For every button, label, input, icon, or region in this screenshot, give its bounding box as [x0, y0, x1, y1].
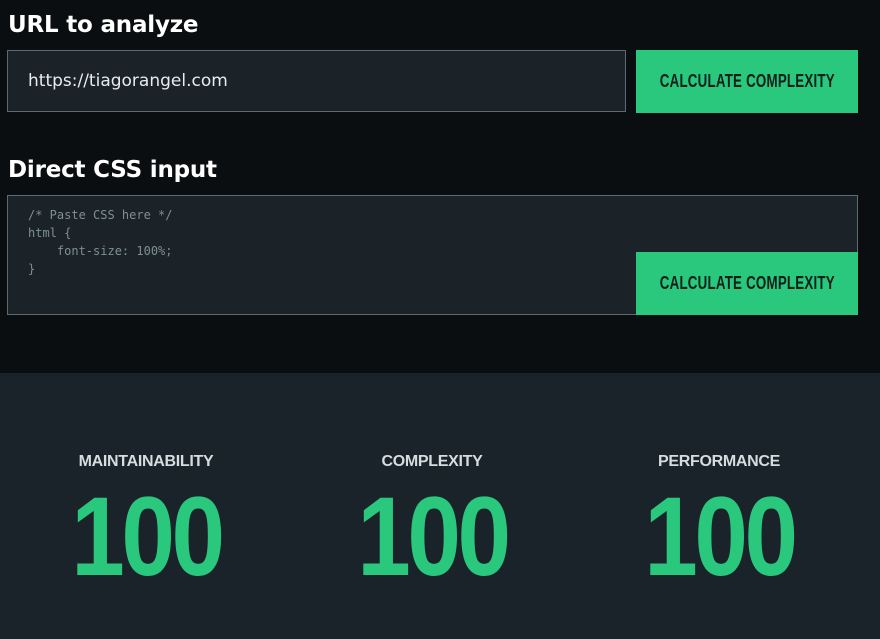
complexity-label: COMPLEXITY [381, 453, 483, 470]
calculate-css-button[interactable]: Calculate complexity [636, 252, 858, 315]
url-heading: URL to analyze [8, 12, 199, 38]
calculate-url-button[interactable]: Calculate complexity [636, 50, 858, 113]
maintainability-score: 100 [16, 481, 276, 593]
complexity-score: 100 [302, 481, 562, 593]
performance-score-value: 100 [643, 474, 798, 599]
calculate-url-button-label: Calculate complexity [659, 71, 835, 91]
performance-label: PERFORMANCE [657, 453, 781, 470]
complexity-score-value: 100 [356, 474, 511, 599]
url-input[interactable] [7, 50, 626, 112]
maintainability-score-value: 100 [70, 474, 225, 599]
maintainability-label: MAINTAINABILITY [78, 453, 214, 470]
calculate-css-button-label: Calculate complexity [659, 273, 835, 293]
css-heading: Direct CSS input [8, 157, 217, 183]
analyzer-form: URL to analyze Calculate complexity Dire… [0, 0, 880, 373]
results-panel: MAINTAINABILITY 100 COMPLEXITY 100 PERFO… [0, 373, 880, 639]
performance-score: 100 [589, 481, 849, 593]
